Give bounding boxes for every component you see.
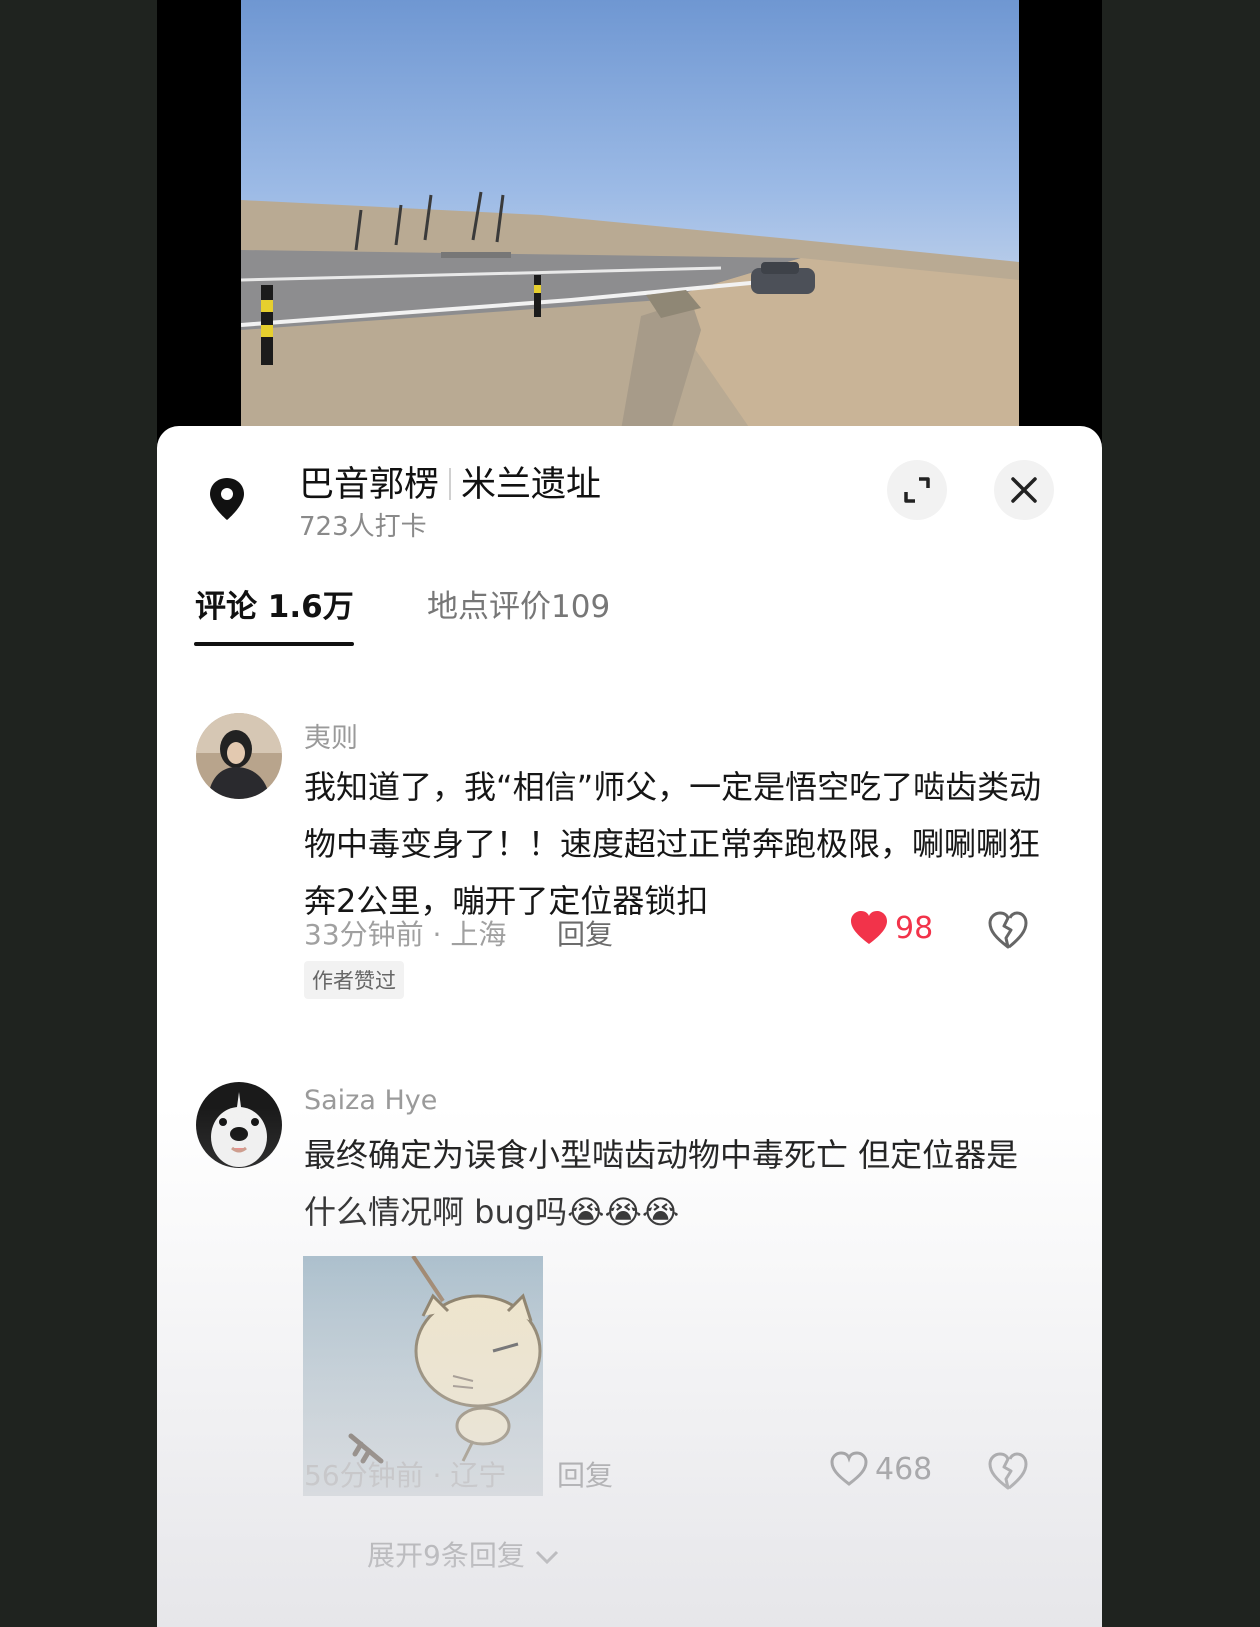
comments-sheet: 巴音郭楞 米兰遗址 723人打卡 评论 1.6万 地点评价109 夷则 我知道了… bbox=[157, 426, 1102, 1627]
comment-meta: 33分钟前 · 上海 bbox=[304, 918, 507, 951]
like-count: 468 bbox=[875, 1451, 933, 1487]
expand-button[interactable] bbox=[887, 460, 947, 520]
comment-meta: 56分钟前 · 辽宁 bbox=[304, 1459, 507, 1492]
video-frame bbox=[241, 191, 1019, 430]
heart-outline-icon bbox=[830, 1451, 868, 1486]
comment-text: 最终确定为误食小型啮齿动物中毒死亡 但定位器是什么情况啊 bug吗😭😭😭 bbox=[304, 1136, 1019, 1231]
comment-author[interactable]: 夷则 bbox=[304, 716, 358, 755]
heart-filled-icon bbox=[851, 911, 887, 944]
location-title[interactable]: 巴音郭楞 米兰遗址 bbox=[299, 456, 601, 507]
location-place: 米兰遗址 bbox=[461, 465, 602, 505]
close-button[interactable] bbox=[994, 460, 1054, 520]
like-button[interactable]: 98 bbox=[849, 910, 933, 946]
reply-button[interactable]: 回复 bbox=[557, 913, 613, 953]
author-liked-badge: 作者赞过 bbox=[304, 961, 404, 999]
tab-comments[interactable]: 评论 1.6万 bbox=[195, 581, 354, 626]
like-count: 98 bbox=[895, 910, 934, 946]
comment-text: 我知道了，我“相信”师父，一定是悟空吃了啮齿类动物中毒变身了！！速度超过正常奔跑… bbox=[304, 768, 1042, 920]
dislike-button[interactable] bbox=[987, 910, 1029, 952]
avatar[interactable] bbox=[196, 1082, 282, 1168]
active-tab-indicator bbox=[194, 642, 354, 646]
avatar[interactable] bbox=[196, 713, 282, 799]
broken-heart-icon bbox=[988, 1452, 1028, 1490]
dislike-button[interactable] bbox=[987, 1451, 1029, 1493]
close-icon bbox=[1011, 477, 1037, 503]
broken-heart-icon bbox=[988, 911, 1028, 949]
location-region: 巴音郭楞 bbox=[299, 465, 440, 505]
comment-author[interactable]: Saiza Hye bbox=[304, 1085, 437, 1116]
like-button[interactable]: 468 bbox=[829, 1451, 932, 1487]
tab-place-reviews[interactable]: 地点评价109 bbox=[427, 581, 610, 626]
chevron-down-icon bbox=[535, 1550, 558, 1565]
checkin-count: 723人打卡 bbox=[299, 512, 427, 542]
expand-icon bbox=[904, 477, 930, 503]
title-divider bbox=[449, 468, 452, 500]
expand-replies-button[interactable]: 展开9条回复 bbox=[367, 1534, 560, 1574]
app-screen: 巴音郭楞 米兰遗址 723人打卡 评论 1.6万 地点评价109 夷则 我知道了… bbox=[157, 0, 1102, 1627]
video-player[interactable] bbox=[241, 0, 1019, 430]
expand-replies-label: 展开9条回复 bbox=[367, 1539, 525, 1572]
reply-button[interactable]: 回复 bbox=[557, 1454, 613, 1494]
location-pin-icon bbox=[207, 476, 247, 524]
